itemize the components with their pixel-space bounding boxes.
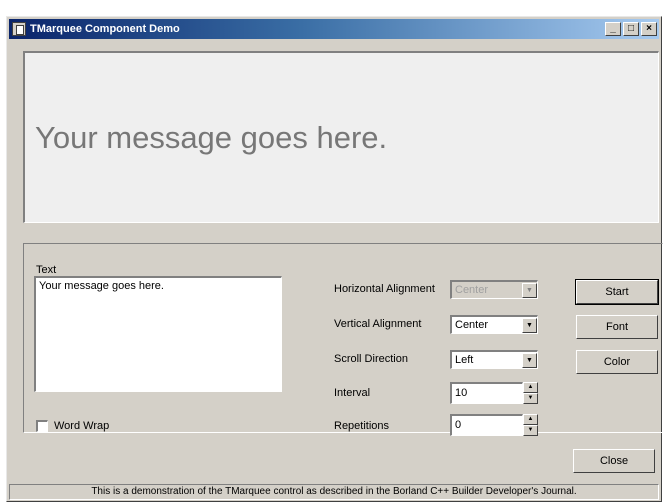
close-button[interactable]: Close [573, 449, 655, 473]
color-button[interactable]: Color [576, 350, 658, 374]
spin-up-icon[interactable]: ▲ [523, 414, 538, 425]
window-title: TMarquee Component Demo [30, 23, 180, 35]
interval-input[interactable]: 10 [450, 382, 523, 404]
chevron-down-icon[interactable]: ▼ [522, 352, 537, 368]
vertical-alignment-value: Center [455, 319, 489, 331]
scroll-direction-value: Left [455, 354, 474, 366]
horizontal-alignment-label: Horizontal Alignment [334, 283, 435, 295]
close-window-button[interactable]: × [641, 22, 657, 36]
title-bar[interactable]: TMarquee Component Demo _ □ × [9, 19, 659, 39]
text-memo[interactable]: Your message goes here. [34, 276, 282, 392]
repetitions-spinner: 0 ▲ ▼ [450, 414, 538, 436]
app-icon [12, 22, 26, 36]
spin-down-icon[interactable]: ▼ [523, 425, 538, 436]
repetitions-input[interactable]: 0 [450, 414, 523, 436]
minimize-button[interactable]: _ [605, 22, 621, 36]
start-button[interactable]: Start [575, 279, 659, 305]
scroll-direction-select[interactable]: Left ▼ [450, 350, 538, 369]
spin-down-icon[interactable]: ▼ [523, 393, 538, 404]
marquee-display: Your message goes here. [23, 51, 659, 223]
caption-buttons: _ □ × [605, 22, 657, 36]
interval-spin-buttons: ▲ ▼ [523, 382, 538, 404]
vertical-alignment-select[interactable]: Center ▼ [450, 315, 538, 334]
maximize-button[interactable]: □ [623, 22, 639, 36]
horizontal-alignment-value: Center [455, 284, 489, 296]
controls-panel: Text Your message goes here. Word Wrap H… [23, 243, 663, 436]
main-window: TMarquee Component Demo _ □ × Your messa… [6, 16, 663, 502]
word-wrap-label: Word Wrap [54, 420, 110, 432]
interval-spinner: 10 ▲ ▼ [450, 382, 538, 404]
font-button[interactable]: Font [576, 315, 658, 339]
word-wrap-checkbox[interactable] [36, 420, 48, 432]
status-bar: This is a demonstration of the TMarquee … [9, 484, 659, 500]
horizontal-alignment-select: Center ▼ [450, 280, 538, 299]
spin-up-icon[interactable]: ▲ [523, 382, 538, 393]
vertical-alignment-label: Vertical Alignment [334, 318, 422, 330]
scroll-direction-label: Scroll Direction [334, 353, 408, 365]
chevron-down-icon[interactable]: ▼ [522, 317, 537, 333]
text-label: Text [36, 264, 57, 276]
repetitions-label: Repetitions [334, 420, 390, 432]
marquee-message: Your message goes here. [35, 119, 388, 155]
interval-label: Interval [334, 387, 371, 399]
chevron-down-icon: ▼ [522, 282, 537, 298]
repetitions-spin-buttons: ▲ ▼ [523, 414, 538, 436]
